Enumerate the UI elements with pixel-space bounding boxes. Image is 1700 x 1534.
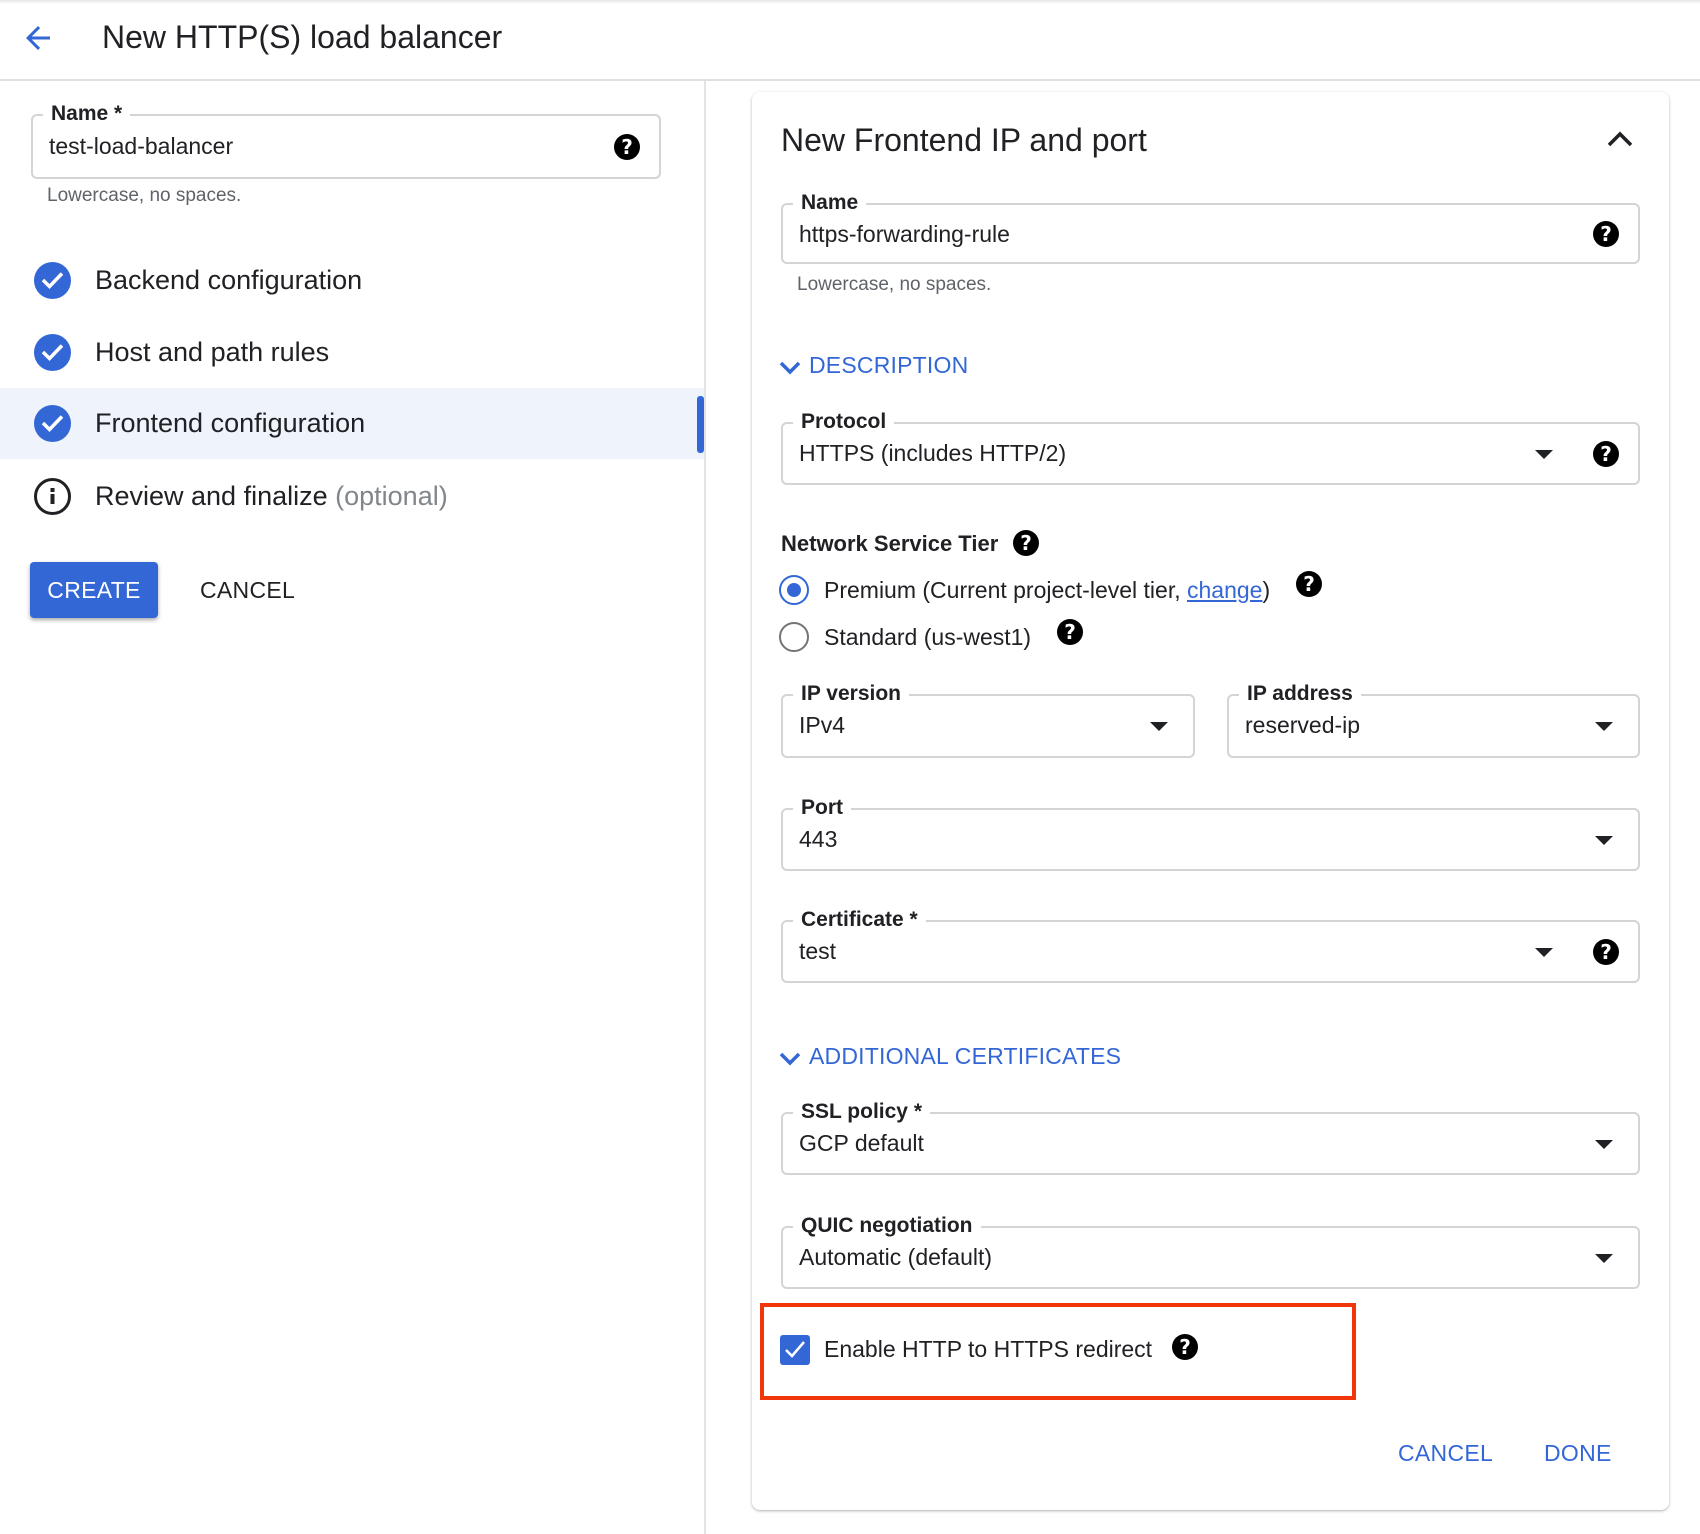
chevron-up-icon bbox=[1607, 131, 1633, 147]
arrow-left-icon bbox=[26, 26, 50, 50]
description-toggle-label: DESCRIPTION bbox=[809, 352, 969, 378]
step-host-and-path-rules[interactable]: Host and path rules bbox=[0, 317, 704, 388]
network-service-tier-label: Network Service Tier bbox=[781, 530, 998, 558]
page-title: New HTTP(S) load balancer bbox=[102, 19, 503, 55]
step-label: Backend configuration bbox=[95, 265, 363, 295]
additional-certificates-label: ADDITIONAL CERTIFICATES bbox=[809, 1043, 1122, 1069]
frontend-name-label: Name bbox=[793, 191, 867, 215]
description-toggle[interactable]: DESCRIPTION bbox=[779, 351, 968, 379]
dropdown-caret-icon[interactable] bbox=[1595, 836, 1613, 845]
step-label: Host and path rules bbox=[95, 337, 330, 367]
network-service-tier-text: Network Service Tier bbox=[781, 531, 999, 556]
card-cancel-button[interactable]: CANCEL bbox=[1398, 1438, 1493, 1468]
port-value: 443 bbox=[799, 826, 838, 852]
dropdown-caret-icon[interactable] bbox=[1595, 1254, 1613, 1263]
create-button[interactable]: CREATE bbox=[30, 562, 158, 618]
quic-label: QUIC negotiation bbox=[793, 1214, 981, 1238]
page-header: New HTTP(S) load balancer bbox=[0, 0, 1700, 81]
additional-certificates-toggle[interactable]: ADDITIONAL CERTIFICATES bbox=[779, 1042, 1121, 1070]
check-circle-icon bbox=[34, 334, 71, 371]
ssl-policy-select[interactable]: SSL policy * GCP default bbox=[781, 1100, 1640, 1175]
redirect-checkbox[interactable] bbox=[780, 1335, 810, 1365]
premium-label-text: Premium (Current project-level tier, bbox=[824, 577, 1187, 603]
checkmark-icon bbox=[785, 1341, 805, 1358]
dropdown-caret-icon[interactable] bbox=[1535, 450, 1553, 459]
radio-standard-label: Standard (us-west1) bbox=[824, 624, 1032, 650]
ip-address-value: reserved-ip bbox=[1245, 712, 1361, 738]
back-button[interactable] bbox=[20, 20, 56, 56]
change-tier-link[interactable]: change bbox=[1187, 577, 1262, 603]
ip-version-select[interactable]: IP version IPv4 bbox=[781, 682, 1195, 758]
step-backend-configuration[interactable]: Backend configuration bbox=[0, 245, 704, 316]
protocol-select[interactable]: Protocol HTTPS (includes HTTP/2) ? bbox=[781, 410, 1640, 485]
frontend-name-hint: Lowercase, no spaces. bbox=[797, 274, 992, 295]
dropdown-caret-icon[interactable] bbox=[1535, 948, 1553, 957]
ssl-policy-label: SSL policy * bbox=[793, 1100, 930, 1124]
protocol-label: Protocol bbox=[793, 410, 895, 434]
dropdown-caret-icon[interactable] bbox=[1595, 1140, 1613, 1149]
help-circle-icon[interactable]: ? bbox=[1593, 939, 1619, 965]
chevron-down-icon bbox=[779, 361, 801, 375]
quic-value: Automatic (default) bbox=[799, 1244, 993, 1270]
lb-name-label: Name * bbox=[43, 102, 131, 126]
port-label: Port bbox=[793, 796, 851, 820]
step-label: Review and finalize (optional) bbox=[95, 480, 448, 512]
help-circle-icon[interactable]: ? bbox=[1013, 530, 1039, 556]
ssl-policy-value: GCP default bbox=[799, 1130, 924, 1156]
step-optional-tag: (optional) bbox=[335, 481, 448, 511]
card-title: New Frontend IP and port bbox=[781, 122, 1147, 158]
port-select[interactable]: Port 443 bbox=[781, 796, 1640, 871]
ip-version-value: IPv4 bbox=[799, 712, 846, 738]
help-circle-icon[interactable]: ? bbox=[1172, 1334, 1198, 1360]
frontend-name-field[interactable]: Name https-forwarding-rule ? bbox=[781, 191, 1640, 264]
redirect-checkbox-label: Enable HTTP to HTTPS redirect bbox=[824, 1336, 1153, 1362]
step-label: Frontend configuration bbox=[95, 408, 366, 438]
radio-standard[interactable] bbox=[779, 622, 809, 652]
frontend-ip-port-card bbox=[752, 92, 1669, 1510]
check-circle-icon bbox=[34, 262, 71, 299]
step-review-and-finalize[interactable]: Review and finalize (optional) bbox=[0, 461, 704, 532]
active-step-indicator bbox=[697, 396, 704, 453]
lb-name-value[interactable]: test-load-balancer bbox=[49, 132, 233, 160]
info-circle-icon bbox=[34, 478, 71, 515]
help-circle-icon[interactable]: ? bbox=[614, 134, 640, 160]
cancel-button[interactable]: CANCEL bbox=[200, 562, 295, 618]
panel-divider bbox=[704, 81, 706, 1534]
ip-address-select[interactable]: IP address reserved-ip bbox=[1227, 682, 1640, 758]
help-circle-icon[interactable]: ? bbox=[1296, 571, 1322, 597]
check-circle-icon bbox=[34, 405, 71, 442]
certificate-select[interactable]: Certificate * test ? bbox=[781, 908, 1640, 983]
certificate-label: Certificate * bbox=[793, 908, 926, 932]
protocol-value: HTTPS (includes HTTP/2) bbox=[799, 440, 1067, 466]
frontend-name-value[interactable]: https-forwarding-rule bbox=[799, 220, 1010, 248]
help-circle-icon[interactable]: ? bbox=[1057, 619, 1083, 645]
ip-version-label: IP version bbox=[793, 682, 909, 706]
dropdown-caret-icon[interactable] bbox=[1150, 722, 1168, 731]
help-circle-icon[interactable]: ? bbox=[1593, 221, 1619, 247]
step-label-text: Review and finalize bbox=[95, 481, 328, 511]
chevron-down-icon bbox=[779, 1052, 801, 1066]
help-circle-icon[interactable]: ? bbox=[1593, 441, 1619, 467]
certificate-value: test bbox=[799, 938, 837, 964]
step-frontend-configuration[interactable]: Frontend configuration bbox=[0, 388, 704, 459]
lb-name-field[interactable]: Name * test-load-balancer ? bbox=[31, 102, 661, 179]
radio-premium-label: Premium (Current project-level tier, cha… bbox=[824, 576, 1270, 604]
done-button[interactable]: DONE bbox=[1544, 1438, 1612, 1468]
collapse-button[interactable] bbox=[1607, 130, 1633, 153]
lb-name-hint: Lowercase, no spaces. bbox=[47, 185, 242, 206]
radio-premium[interactable] bbox=[779, 575, 809, 605]
premium-label-suffix: ) bbox=[1262, 577, 1271, 603]
quic-negotiation-select[interactable]: QUIC negotiation Automatic (default) bbox=[781, 1214, 1640, 1289]
ip-address-label: IP address bbox=[1239, 682, 1361, 706]
dropdown-caret-icon[interactable] bbox=[1595, 722, 1613, 731]
